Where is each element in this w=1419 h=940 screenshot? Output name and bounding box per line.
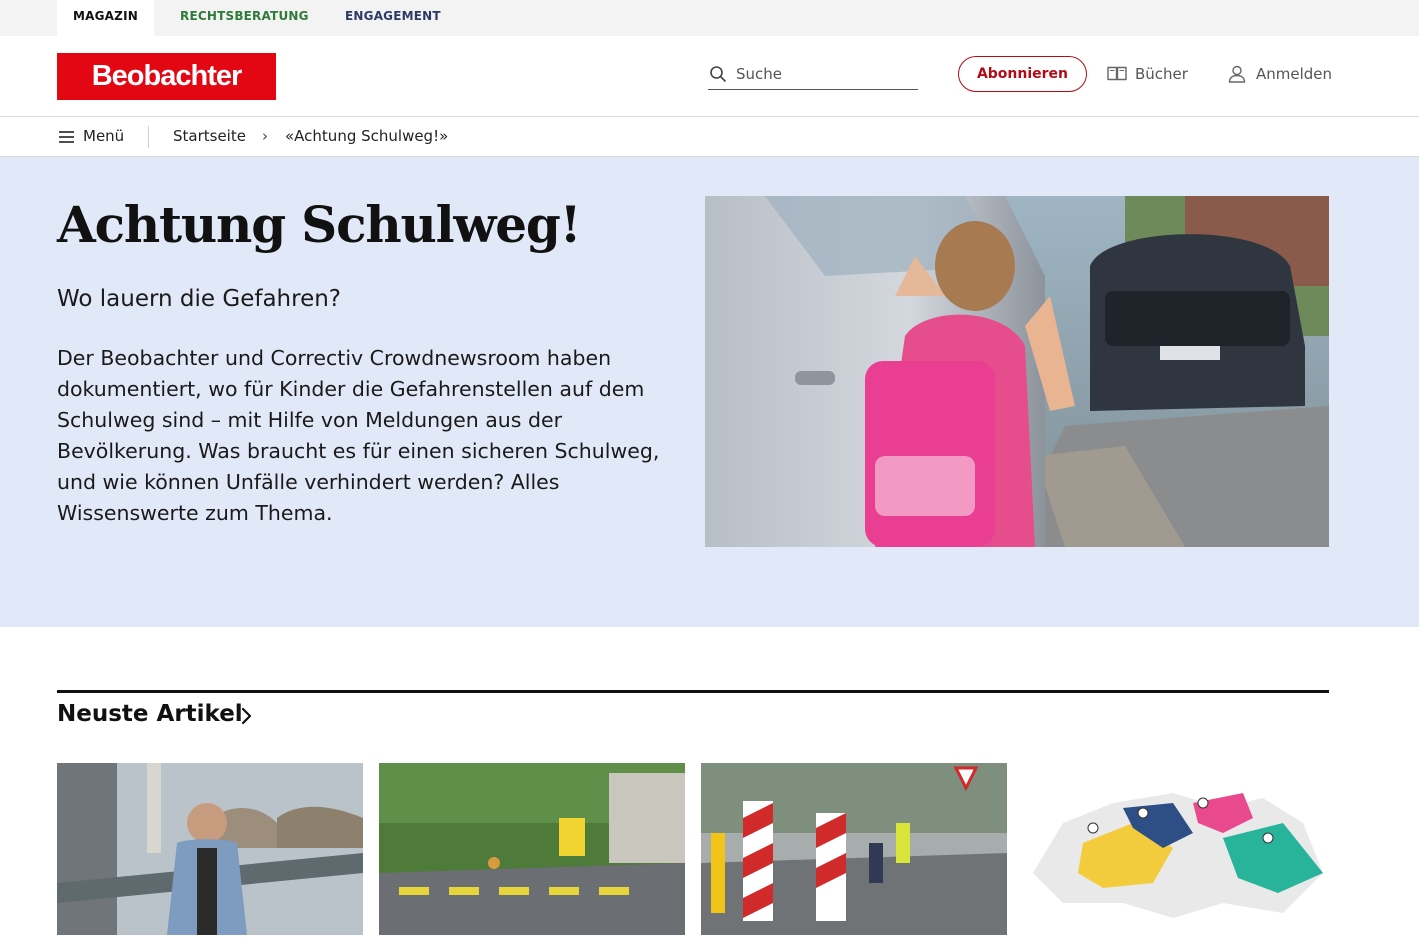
section-title[interactable]: Neuste Artikel: [57, 701, 243, 727]
tab-engagement[interactable]: ENGAGEMENT: [329, 0, 457, 36]
article-image: [57, 763, 363, 935]
section-rule: [57, 690, 1329, 693]
hero-image: [705, 196, 1329, 547]
page-title: Achtung Schulweg!: [57, 195, 582, 254]
menu-label: Menü: [83, 127, 125, 145]
breadcrumb-divider: [148, 126, 149, 148]
login-label: Anmelden: [1256, 65, 1333, 83]
page-subtitle: Wo lauern die Gefahren?: [57, 286, 342, 312]
article-image: [379, 763, 685, 935]
lead-paragraph: Der Beobachter und Correctiv Crowdnewsro…: [57, 346, 660, 525]
subscribe-button[interactable]: Abonnieren: [958, 56, 1087, 92]
books-label: Bücher: [1135, 65, 1188, 83]
hamburger-icon: [59, 131, 74, 143]
map-illustration: [1023, 763, 1329, 935]
site-header: Beobachter Abonnieren Bücher Anmelden: [0, 36, 1419, 117]
login-link[interactable]: Anmelden: [1228, 63, 1338, 85]
user-icon: [1228, 65, 1246, 83]
article-card[interactable]: [701, 763, 1007, 935]
top-navigation: MAGAZIN RECHTSBERATUNG ENGAGEMENT: [0, 0, 1419, 36]
breadcrumb-home[interactable]: Startseite: [173, 127, 246, 145]
article-card[interactable]: [57, 763, 363, 935]
search-input[interactable]: [736, 62, 914, 86]
chevron-right-icon[interactable]: [240, 707, 252, 725]
search-icon: [710, 66, 726, 82]
breadcrumb-current: «Achtung Schulweg!»: [285, 127, 449, 145]
book-icon: [1107, 66, 1127, 81]
article-card[interactable]: [379, 763, 685, 935]
menu-button[interactable]: Menü: [57, 126, 137, 148]
search-box[interactable]: [708, 60, 918, 90]
tab-magazin[interactable]: MAGAZIN: [57, 0, 154, 36]
breadcrumb-separator: ›: [262, 127, 268, 145]
article-image: [701, 763, 1007, 935]
breadcrumb-bar: Menü Startseite › «Achtung Schulweg!»: [0, 117, 1419, 157]
books-link[interactable]: Bücher: [1107, 63, 1197, 85]
tab-rechtsberatung[interactable]: RECHTSBERATUNG: [164, 0, 325, 36]
hero-section: Achtung Schulweg! Wo lauern die Gefahren…: [0, 157, 1419, 627]
article-card[interactable]: [1023, 763, 1329, 935]
logo[interactable]: Beobachter: [57, 53, 276, 100]
